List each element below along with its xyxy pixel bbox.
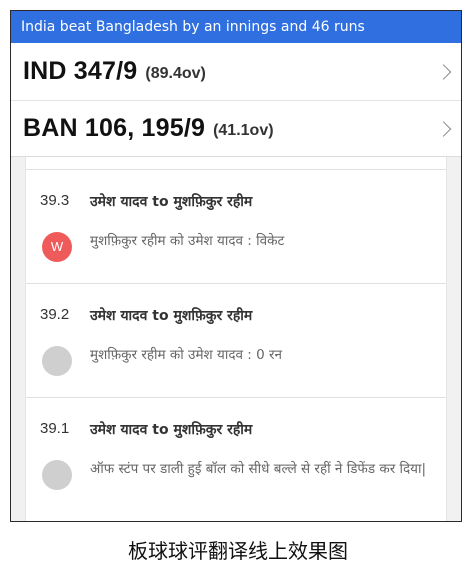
ball-description: ऑफ स्टंप पर डाली हुई बॉल को सीधे बल्ले स… — [90, 461, 427, 477]
ball-description: मुशफ़िकुर रहीम को उमेश यादव : विकेट — [90, 233, 285, 249]
dot-ball-badge — [42, 346, 72, 376]
score-row-ind[interactable]: IND 347/9 (89.4ov) — [11, 43, 461, 101]
commentary-item: 39.1 उमेश यादव to मुशफ़िकुर रहीम ऑफ स्टं… — [26, 397, 446, 521]
commentary-item: 39.2 उमेश यादव to मुशफ़िकुर रहीम मुशफ़िक… — [26, 283, 446, 397]
team-score: BAN 106, 195/9 — [23, 114, 206, 142]
team-overs: (41.1ov) — [213, 121, 274, 139]
bowler-to-batsman: उमेश यादव to मुशफ़िकुर रहीम — [90, 308, 253, 324]
wicket-badge: W — [42, 232, 72, 262]
commentary-feed[interactable]: 39.3 उमेश यादव to मुशफ़िकुर रहीम W मुशफ़… — [11, 157, 461, 521]
bowler-to-batsman: उमेश यादव to मुशफ़िकुर रहीम — [90, 194, 253, 210]
team-score: IND 347/9 — [23, 57, 138, 85]
ball-number: 39.2 — [40, 306, 70, 323]
chevron-right-icon — [435, 63, 452, 80]
bowler-to-batsman: उमेश यादव to मुशफ़िकुर रहीम — [90, 422, 253, 438]
commentary-item: 39.3 उमेश यादव to मुशफ़िकुर रहीम W मुशफ़… — [26, 169, 446, 283]
team-overs: (89.4ov) — [145, 64, 206, 82]
phone-screen: India beat Bangladesh by an innings and … — [10, 10, 462, 522]
chevron-right-icon — [435, 120, 452, 137]
figure-caption: 板球球评翻译线上效果图 — [128, 539, 348, 563]
ball-description: मुशफ़िकुर रहीम को उमेश यादव : 0 रन — [90, 347, 283, 363]
match-result-banner: India beat Bangladesh by an innings and … — [11, 11, 461, 43]
score-row-ban[interactable]: BAN 106, 195/9 (41.1ov) — [11, 101, 461, 157]
ball-number: 39.1 — [40, 420, 70, 437]
ball-number: 39.3 — [40, 192, 70, 209]
commentary-card: 39.3 उमेश यादव to मुशफ़िकुर रहीम W मुशफ़… — [25, 157, 447, 521]
dot-ball-badge — [42, 460, 72, 490]
